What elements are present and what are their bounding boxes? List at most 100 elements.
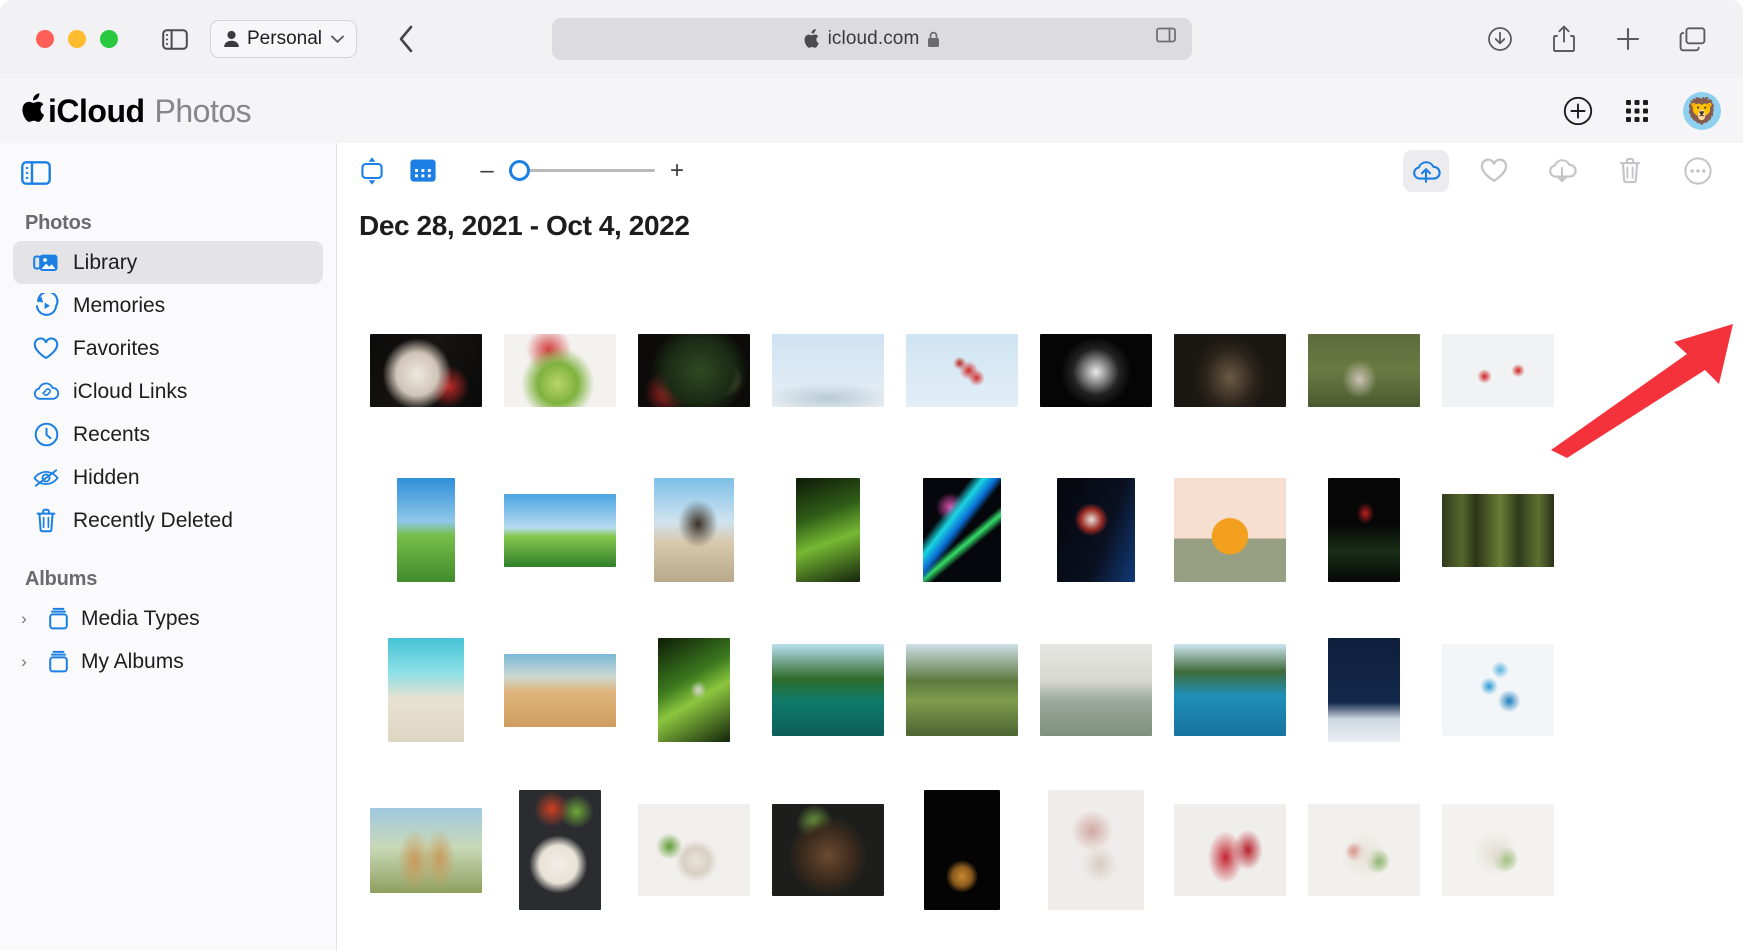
photo-grid-row <box>359 610 1743 770</box>
share-icon[interactable] <box>1545 22 1583 56</box>
zoom-slider[interactable] <box>509 160 655 182</box>
chevron-right-icon[interactable]: › <box>13 609 35 629</box>
photo-thumbnail[interactable] <box>1308 333 1420 407</box>
delete-button[interactable] <box>1607 150 1653 192</box>
photo-thumbnail[interactable] <box>1174 804 1286 896</box>
zoom-out-button[interactable]: – <box>477 158 497 183</box>
photo-thumbnail[interactable] <box>370 807 482 893</box>
photo-thumbnail[interactable] <box>1048 790 1144 910</box>
upload-to-icloud-button[interactable] <box>1403 149 1449 192</box>
photo-thumbnail[interactable] <box>1174 644 1286 736</box>
sidebar-item-recently-deleted[interactable]: Recently Deleted <box>13 499 323 542</box>
photo-thumbnail[interactable] <box>519 790 601 910</box>
photo-thumbnail[interactable] <box>397 478 455 582</box>
photo-thumbnail[interactable] <box>388 638 464 742</box>
photo-thumbnail[interactable] <box>924 790 1000 910</box>
photo-cell <box>1297 290 1431 450</box>
photo-thumbnail[interactable] <box>772 644 884 736</box>
photo-thumbnail[interactable] <box>1328 638 1400 742</box>
photo-cell <box>761 450 895 610</box>
close-window-button[interactable] <box>36 30 54 48</box>
photo-cell <box>1431 450 1565 610</box>
reader-view-icon[interactable] <box>1155 27 1176 51</box>
photo-thumbnail-overlay <box>772 804 884 896</box>
photo-thumbnail[interactable] <box>1308 804 1420 896</box>
photo-thumbnail[interactable] <box>1328 478 1400 582</box>
photo-thumbnail[interactable] <box>796 478 860 582</box>
downloads-icon[interactable] <box>1481 22 1519 56</box>
sidebar-item-recents[interactable]: Recents <box>13 413 323 456</box>
photo-cell <box>493 610 627 770</box>
address-bar[interactable]: icloud.com <box>551 18 1192 60</box>
minimize-window-button[interactable] <box>68 30 86 48</box>
photo-thumbnail[interactable] <box>772 333 884 407</box>
photo-thumbnail[interactable] <box>504 333 616 407</box>
photo-thumbnail-overlay <box>638 804 750 896</box>
profile-switcher-button[interactable]: Personal <box>210 20 357 58</box>
download-button[interactable] <box>1539 150 1585 192</box>
photo-thumbnail[interactable] <box>504 493 616 567</box>
photo-thumbnail[interactable] <box>1174 333 1286 407</box>
photo-thumbnail[interactable] <box>1040 333 1152 407</box>
aspect-ratio-icon[interactable] <box>359 156 385 186</box>
app-grid-icon[interactable] <box>1623 96 1653 126</box>
zoom-slider-knob[interactable] <box>509 160 530 181</box>
photo-thumbnail[interactable] <box>1442 804 1554 896</box>
photo-thumbnail-overlay <box>370 333 482 407</box>
photo-thumbnail[interactable] <box>1174 478 1286 582</box>
more-options-button[interactable] <box>1675 150 1721 192</box>
favorite-button[interactable] <box>1471 150 1517 192</box>
photo-thumbnail[interactable] <box>1442 493 1554 567</box>
photo-thumbnail[interactable] <box>772 804 884 896</box>
photo-thumbnail[interactable] <box>654 478 734 582</box>
photo-cell <box>1297 450 1431 610</box>
page-title: Dec 28, 2021 - Oct 4, 2022 <box>359 210 690 241</box>
sidebar-item-memories[interactable]: Memories <box>13 284 323 327</box>
photo-thumbnail[interactable] <box>923 478 1001 582</box>
tab-overview-icon[interactable] <box>1673 22 1711 56</box>
avatar[interactable]: 🦁 <box>1683 91 1721 130</box>
sidebar-item-icloud-links[interactable]: iCloud Links <box>13 370 323 413</box>
back-button[interactable] <box>387 22 425 56</box>
photo-thumbnail[interactable] <box>1442 644 1554 736</box>
photo-thumbnail[interactable] <box>1040 644 1152 736</box>
photo-thumbnail[interactable] <box>1442 333 1554 407</box>
sidebar-item-label: Recents <box>73 422 151 446</box>
sidebar-item-media-types[interactable]: › Media Types <box>13 597 323 640</box>
sidebar-item-label: My Albums <box>81 649 184 673</box>
photo-thumbnail[interactable] <box>906 333 1018 407</box>
photo-cell <box>1029 290 1163 450</box>
sidebar-toggle-icon[interactable] <box>21 161 51 189</box>
photo-thumbnail-overlay <box>1442 644 1554 736</box>
brand-photos-label: Photos <box>154 93 252 129</box>
photo-thumbnail[interactable] <box>370 333 482 407</box>
maximize-window-button[interactable] <box>100 30 118 48</box>
icloud-link-icon <box>33 381 59 402</box>
photo-cell <box>1163 610 1297 770</box>
trash-icon <box>33 508 59 533</box>
photo-thumbnail-overlay <box>772 333 884 407</box>
plus-circle-icon[interactable] <box>1563 96 1593 126</box>
sidebar-item-hidden[interactable]: Hidden <box>13 456 323 499</box>
photo-cell <box>1431 290 1565 450</box>
zoom-in-button[interactable]: + <box>667 158 687 183</box>
photo-thumbnail[interactable] <box>504 653 616 727</box>
new-tab-icon[interactable] <box>1609 22 1647 56</box>
photo-thumbnail[interactable] <box>638 333 750 407</box>
sidebar-item-favorites[interactable]: Favorites <box>13 327 323 370</box>
photo-thumbnail-overlay <box>1442 333 1554 407</box>
photo-thumbnail[interactable] <box>906 644 1018 736</box>
photo-thumbnail-overlay <box>654 478 734 582</box>
photo-cell <box>359 290 493 450</box>
photo-thumbnail[interactable] <box>1057 478 1135 582</box>
apple-logo-icon <box>20 93 46 124</box>
photo-thumbnail[interactable] <box>638 804 750 896</box>
calendar-icon[interactable] <box>409 157 437 184</box>
sidebar-item-my-albums[interactable]: › My Albums <box>13 640 323 683</box>
chevron-right-icon[interactable]: › <box>13 652 35 672</box>
photo-thumbnail-overlay <box>1442 804 1554 896</box>
photo-thumbnail[interactable] <box>658 638 730 742</box>
sidebar-icon[interactable] <box>156 22 194 56</box>
sidebar-item-library[interactable]: Library <box>13 241 323 284</box>
photo-thumbnail-overlay <box>1174 333 1286 407</box>
